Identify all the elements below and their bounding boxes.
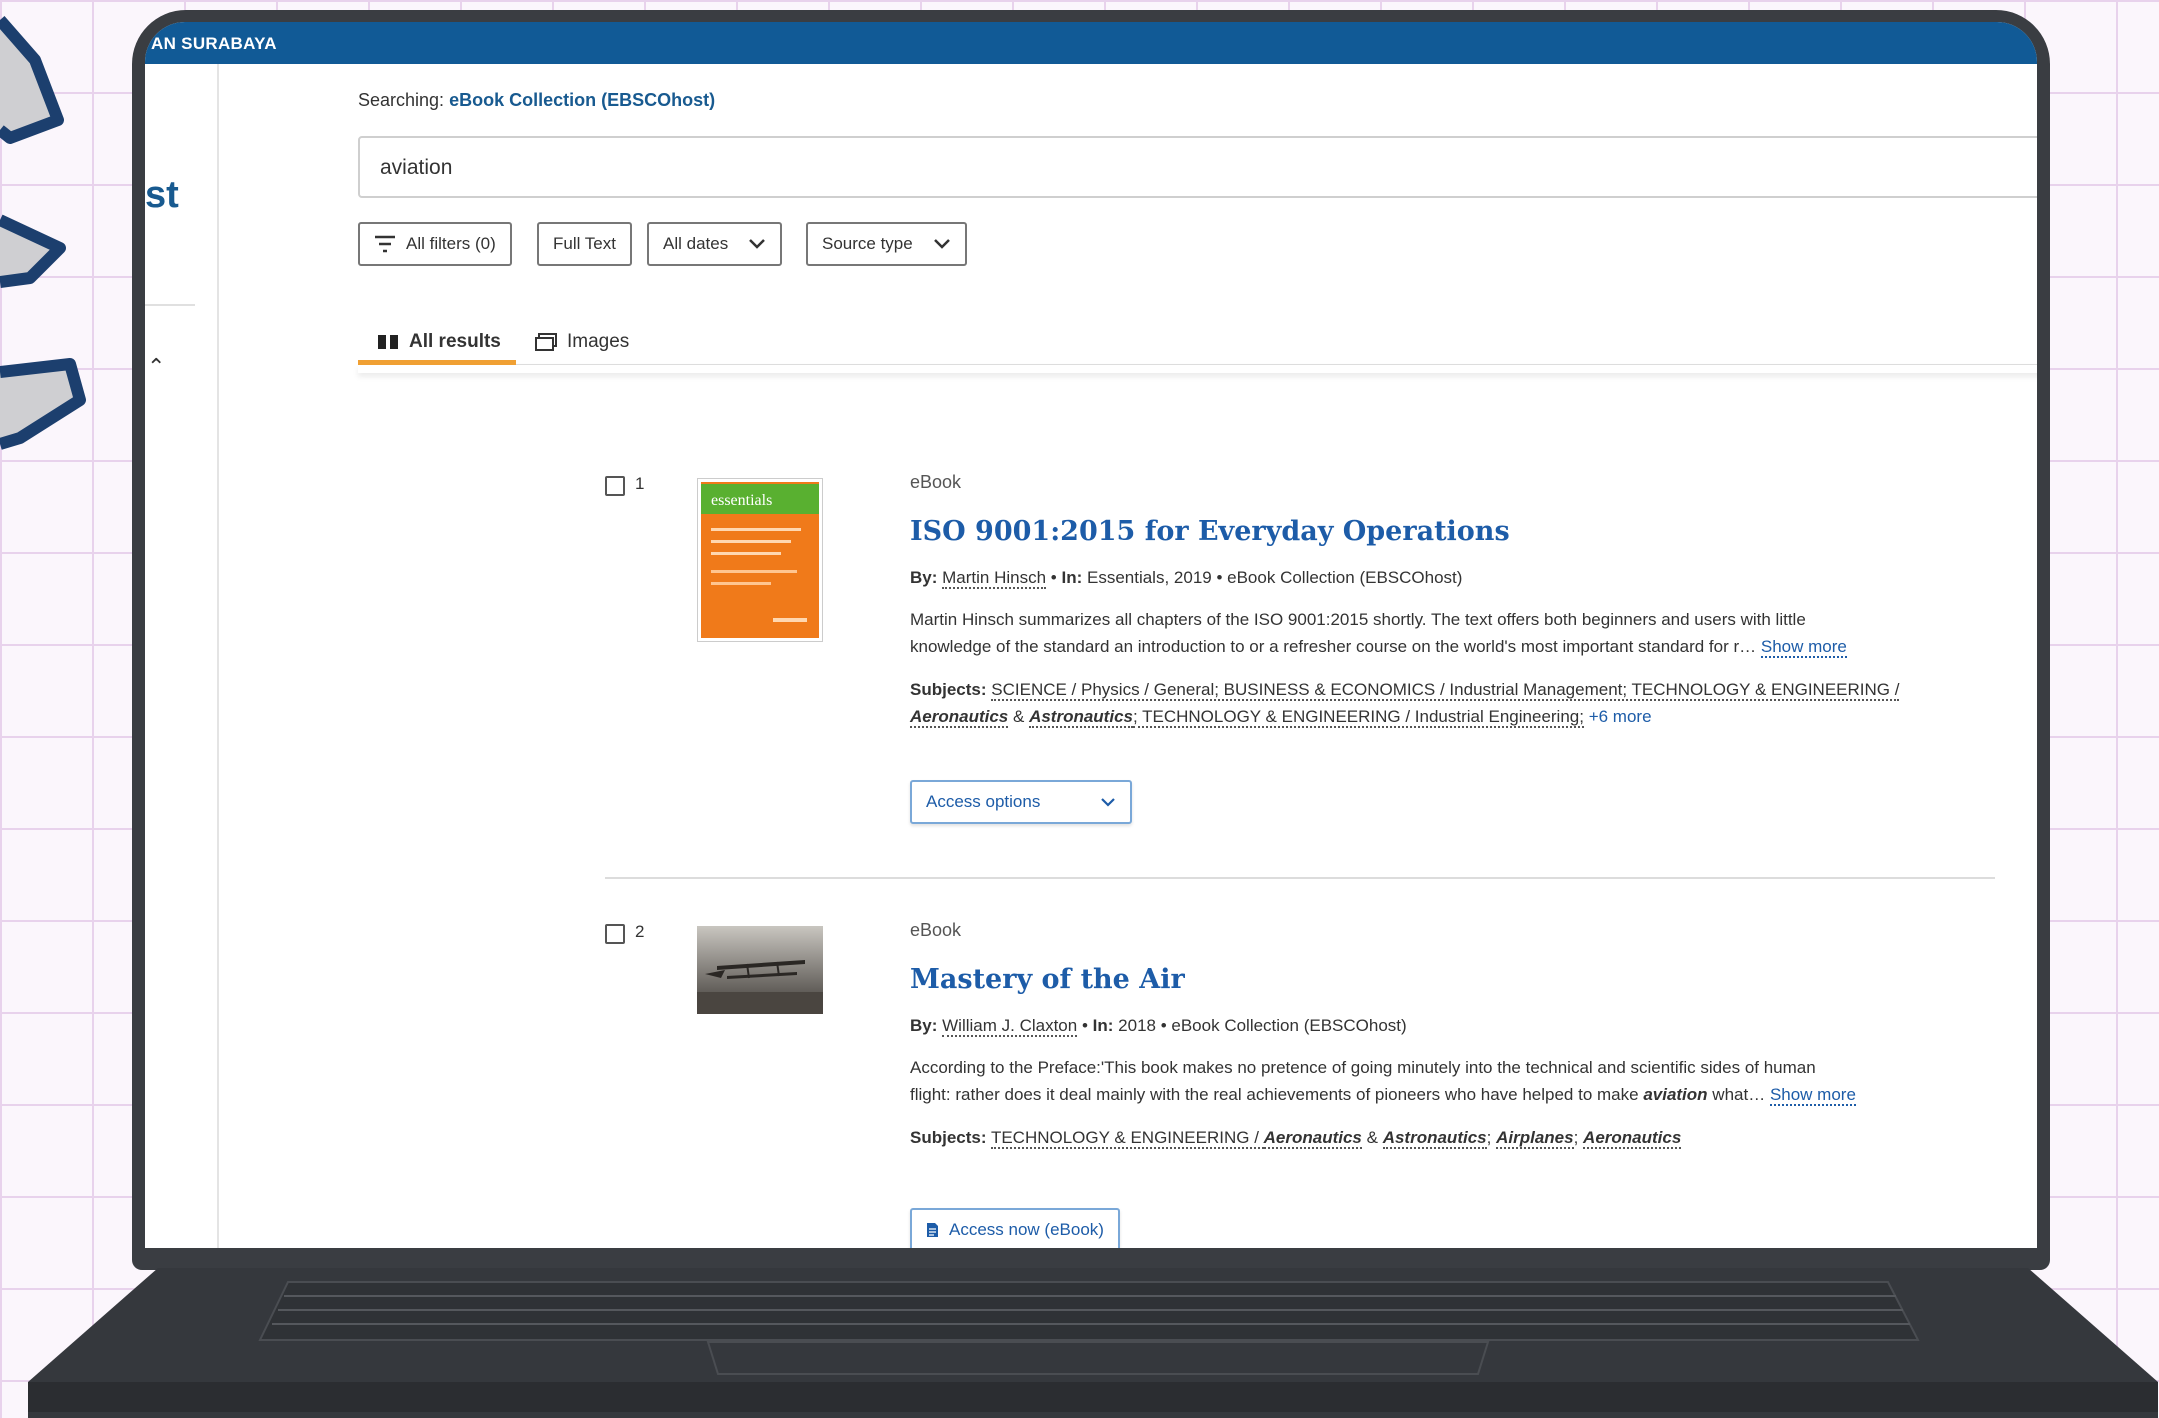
decorative-scribble	[0, 16, 86, 450]
document-icon	[927, 1223, 938, 1237]
collection-text: eBook Collection (EBSCOhost)	[1171, 1016, 1407, 1035]
sidebar-heading: st	[145, 174, 179, 216]
result-number: 2	[635, 922, 645, 941]
result-number: 1	[635, 474, 645, 493]
chevron-down-icon	[1101, 798, 1115, 807]
abstract-line: what…	[1707, 1085, 1766, 1104]
search-query: aviation	[380, 156, 453, 179]
more-subjects-link[interactable]: +6 more	[1589, 707, 1652, 726]
subjects-label: Subjects:	[910, 680, 987, 699]
left-sidebar: st ⌃	[145, 64, 219, 1248]
banner-title: AN SURABAYA	[151, 34, 277, 53]
subject-sep: ;	[1573, 1128, 1579, 1147]
sidebar-divider	[145, 304, 195, 306]
searching-line: Searching: eBook Collection (EBSCOhost)	[358, 90, 715, 111]
all-filters-button[interactable]: All filters (0)	[358, 222, 512, 266]
abstract-line: flight: rather does it deal mainly with …	[910, 1085, 1644, 1104]
show-more-link[interactable]: Show more	[1769, 1085, 1856, 1106]
result-subjects: Subjects: SCIENCE / Physics / General; B…	[910, 676, 2030, 730]
tab-images[interactable]: Images	[535, 312, 629, 372]
images-icon	[535, 333, 557, 351]
filter-label: All dates	[663, 234, 729, 253]
filter-label: Source type	[822, 234, 913, 253]
by-label: By:	[910, 1016, 938, 1035]
access-now-button[interactable]: Access now (eBook)	[910, 1208, 1120, 1248]
subject-link[interactable]: Aeronautics	[1263, 1128, 1362, 1149]
book-cover-thumbnail[interactable]: essentials	[697, 478, 823, 642]
collection-text: eBook Collection (EBSCOhost)	[1227, 568, 1463, 587]
filter-label: Full Text	[553, 234, 616, 253]
access-now-label: Access now (eBook)	[949, 1220, 1104, 1239]
result-meta: By: Martin Hinsch • In: Essentials, 2019…	[910, 568, 1463, 589]
access-options-label: Access options	[926, 792, 1041, 811]
result-divider	[605, 877, 1995, 879]
chevron-down-icon	[749, 239, 766, 249]
top-banner: AN SURABAYA	[145, 22, 2037, 64]
active-tab-indicator	[358, 360, 516, 365]
filter-icon	[375, 235, 395, 253]
searching-label: Searching:	[358, 90, 445, 110]
book-icon	[378, 335, 398, 349]
show-more-link[interactable]: Show more	[1760, 637, 1847, 658]
full-text-button[interactable]: Full Text	[537, 222, 632, 266]
result-abstract: Martin Hinsch summarizes all chapters of…	[910, 606, 1990, 660]
subject-link[interactable]: Aeronautics	[910, 707, 1009, 728]
source-text: 2018	[1118, 1016, 1156, 1035]
result-type: eBook	[910, 472, 962, 492]
subject-link[interactable]: SCIENCE / Physics / General; BUSINESS & …	[991, 680, 1900, 701]
access-options-dropdown[interactable]: Access options	[910, 780, 1132, 824]
all-dates-dropdown[interactable]: All dates	[647, 222, 783, 266]
by-label: By:	[910, 568, 938, 587]
tab-label: Images	[567, 331, 630, 352]
subject-link[interactable]: ; TECHNOLOGY & ENGINEERING / Industrial …	[1132, 707, 1584, 728]
in-label: In:	[1092, 1016, 1114, 1035]
source-text: Essentials, 2019	[1086, 568, 1212, 587]
subjects-label: Subjects:	[910, 1128, 987, 1147]
book-cover-thumbnail[interactable]	[697, 926, 823, 1014]
abstract-line: knowledge of the standard an introductio…	[910, 637, 1757, 656]
subject-sep: ;	[1486, 1128, 1492, 1147]
abstract-line: Martin Hinsch summarizes all chapters of…	[910, 610, 1806, 629]
chevron-up-icon[interactable]: ⌃	[147, 354, 165, 380]
subject-link[interactable]: Astronautics	[1029, 707, 1133, 728]
database-link[interactable]: eBook Collection (EBSCOhost)	[449, 90, 715, 110]
subject-amp: &	[1012, 707, 1025, 726]
search-input[interactable]: aviation	[358, 136, 2037, 198]
browser-screen: AN SURABAYA st ⌃ Searching: eBook Collec…	[145, 22, 2037, 1248]
result-meta: By: William J. Claxton • In: 2018 • eBoo…	[910, 1016, 1407, 1037]
filter-label: All filters (0)	[406, 234, 496, 253]
select-checkbox[interactable]	[605, 924, 625, 944]
result-type: eBook	[910, 920, 962, 940]
result-title-link[interactable]: Mastery of the Air	[910, 964, 1185, 995]
subject-amp: &	[1366, 1128, 1378, 1147]
select-checkbox[interactable]	[605, 476, 625, 496]
source-type-dropdown[interactable]: Source type	[806, 222, 967, 266]
subject-link[interactable]: Aeronautics	[1583, 1128, 1682, 1149]
abstract-line: According to the Preface:'This book make…	[910, 1058, 1816, 1077]
result-subjects: Subjects: TECHNOLOGY & ENGINEERING / Aer…	[910, 1124, 2030, 1151]
tab-label: All results	[409, 331, 501, 352]
subject-link[interactable]: Airplanes	[1496, 1128, 1574, 1149]
subject-link[interactable]: Astronautics	[1382, 1128, 1487, 1149]
author-link[interactable]: Martin Hinsch	[942, 568, 1047, 589]
tabs-divider	[358, 364, 2037, 373]
chevron-down-icon	[933, 239, 950, 249]
highlighted-term: aviation	[1643, 1085, 1708, 1104]
laptop-keyboard-base	[28, 1268, 2158, 1418]
result-abstract: According to the Preface:'This book make…	[910, 1054, 1990, 1108]
book-series-label: essentials	[711, 492, 772, 509]
in-label: In:	[1061, 568, 1083, 587]
author-link[interactable]: William J. Claxton	[942, 1016, 1078, 1037]
result-title-link[interactable]: ISO 9001:2015 for Everyday Operations	[910, 516, 1510, 547]
subject-link[interactable]: TECHNOLOGY & ENGINEERING /	[990, 1128, 1264, 1149]
